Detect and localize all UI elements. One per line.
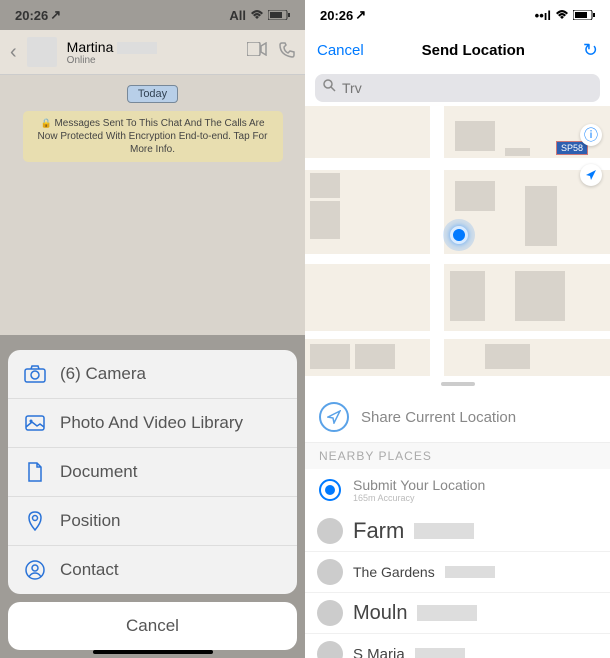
submit-location[interactable]: Submit Your Location 165m Accuracy [305, 469, 610, 511]
sheet-label: Contact [60, 560, 119, 580]
refresh-icon[interactable]: ↻ [583, 40, 598, 61]
place-row[interactable]: Farm [305, 511, 610, 552]
sheet-item-document[interactable]: Document [8, 448, 297, 497]
today-chip: Today [127, 85, 178, 103]
status-bar: 20:26↗ All [0, 0, 305, 30]
sheet-item-photo-library[interactable]: Photo And Video Library [8, 399, 297, 448]
sheet-label: (6) Camera [60, 364, 146, 384]
avatar[interactable] [27, 37, 57, 67]
sheet-label: Position [60, 511, 120, 531]
locate-me-icon[interactable] [580, 164, 602, 186]
place-row[interactable]: The Gardens [305, 552, 610, 593]
chat-body: Today 🔒 Messages Sent To This Chat And T… [0, 75, 305, 335]
position-icon [24, 510, 46, 532]
contact-info[interactable]: Martina Online [67, 39, 237, 66]
chat-header: ‹ Martina Online [0, 30, 305, 75]
place-name: S Maria [353, 646, 405, 658]
page-title: Send Location [422, 42, 525, 59]
drag-handle[interactable] [441, 382, 475, 386]
place-icon [317, 518, 343, 544]
sheet-label: Photo And Video Library [60, 413, 243, 433]
battery-icon [268, 8, 290, 23]
sheet-item-position[interactable]: Position [8, 497, 297, 546]
share-label: Share Current Location [361, 409, 516, 426]
sheet-item-camera[interactable]: (6) Camera [8, 350, 297, 399]
status-time: 20:26↗ [15, 7, 61, 23]
wifi-icon [250, 8, 264, 23]
video-call-icon[interactable] [247, 42, 267, 63]
camera-icon [24, 363, 46, 385]
contact-icon [24, 559, 46, 581]
nearby-places-header: NEARBY PLACES [305, 443, 610, 469]
cancel-button[interactable]: Cancel [317, 42, 364, 59]
search-input[interactable] [342, 80, 592, 96]
back-icon[interactable]: ‹ [10, 41, 17, 64]
phone-call-icon[interactable] [279, 42, 295, 63]
radio-selected-icon [319, 479, 341, 501]
photo-icon [24, 412, 46, 434]
place-row[interactable]: Mouln [305, 593, 610, 634]
document-icon [24, 461, 46, 483]
map[interactable]: SP58 ⓘ [305, 106, 610, 376]
place-name: Mouln [353, 602, 407, 625]
contact-name: Martina [67, 39, 114, 55]
place-row[interactable]: S Maria [305, 634, 610, 658]
status-time: 20:26↗ [320, 7, 366, 23]
info-icon[interactable]: ⓘ [580, 124, 602, 146]
sheet-label: Document [60, 462, 137, 482]
place-icon [317, 559, 343, 585]
submit-label: Submit Your Location [353, 477, 485, 493]
place-icon [317, 641, 343, 658]
status-bar: 20:26↗ ••ıl [305, 0, 610, 30]
current-location-dot [450, 226, 468, 244]
contact-status: Online [67, 55, 237, 66]
search-icon [323, 79, 336, 97]
place-icon [317, 600, 343, 626]
wifi-icon [555, 8, 569, 23]
sheet-cancel-button[interactable]: Cancel [8, 602, 297, 650]
search-bar[interactable] [315, 74, 600, 102]
attachment-action-sheet: (6) Camera Photo And Video Library Docum… [0, 342, 305, 658]
sheet-item-contact[interactable]: Contact [8, 546, 297, 594]
submit-accuracy: 165m Accuracy [353, 493, 485, 503]
encryption-notice[interactable]: 🔒 Messages Sent To This Chat And The Cal… [23, 111, 283, 162]
share-current-location[interactable]: Share Current Location [305, 392, 610, 443]
battery-icon [573, 8, 595, 23]
signal-icon: ••ıl [535, 8, 551, 23]
share-location-icon [319, 402, 349, 432]
location-header: Cancel Send Location ↻ [305, 30, 610, 70]
place-name: The Gardens [353, 564, 435, 580]
carrier-label: All [229, 8, 246, 23]
place-name: Farm [353, 518, 404, 544]
